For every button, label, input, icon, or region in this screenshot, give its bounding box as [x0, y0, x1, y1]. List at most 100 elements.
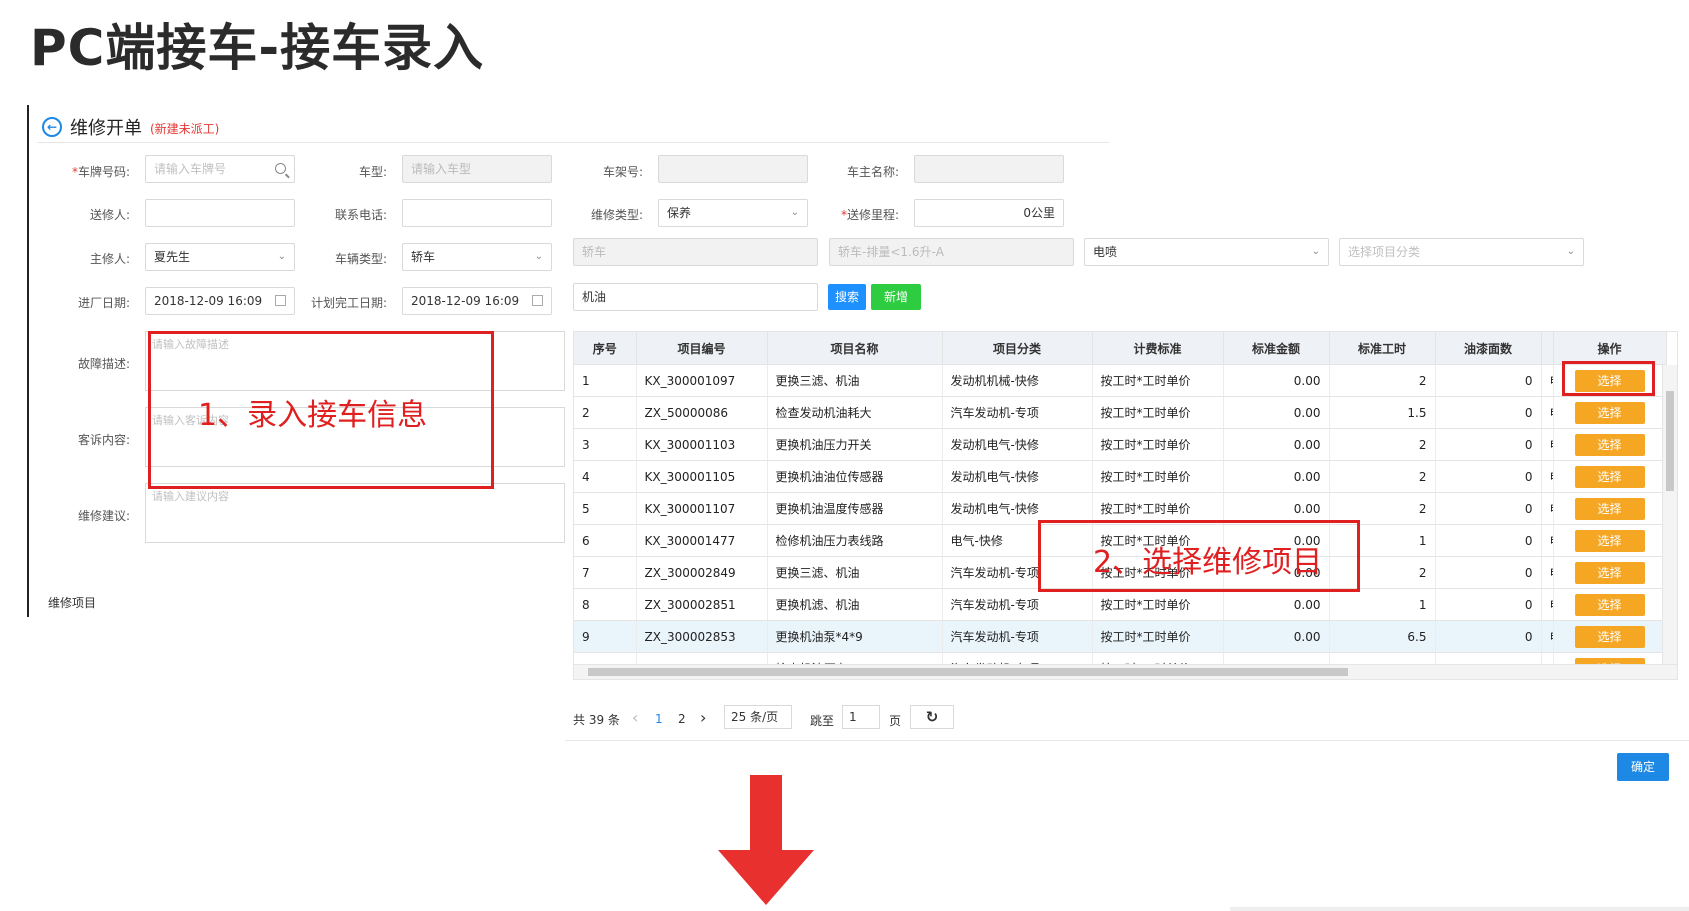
table-cell: 1.5	[1329, 396, 1436, 429]
sender-input[interactable]	[145, 199, 295, 227]
select-button[interactable]: 选择	[1574, 497, 1645, 520]
main-repairer-select[interactable]: 夏先生 ⌄	[145, 243, 295, 271]
confirm-button[interactable]: 确定	[1617, 753, 1669, 781]
table-cell: 按工时*工时单价	[1092, 588, 1224, 621]
table-cell: ZX_300002853	[636, 620, 768, 653]
table-cell: ZX_300002851	[636, 588, 768, 621]
table-cell: 1	[574, 364, 637, 397]
section-title-items: 维修项目	[48, 596, 97, 610]
table-row[interactable]: 4 KX_300001105 更换机油油位传感器 发动机电气-快修 按工时*工时单价 0.…	[574, 460, 1667, 493]
car-model-input[interactable]: 请输入车型	[402, 155, 552, 183]
advice-textarea[interactable]: 请输入建议内容	[145, 483, 565, 543]
table-cell: KX_300001107	[636, 492, 768, 525]
pagination-prev[interactable]: ‹	[632, 708, 638, 727]
entry-date-input[interactable]: 2018-12-09 16:09	[145, 287, 295, 315]
plan-date-input[interactable]: 2018-12-09 16:09	[402, 287, 552, 315]
select-button[interactable]: 选择	[1574, 593, 1645, 616]
repair-type-select[interactable]: 保养 ⌄	[658, 199, 808, 227]
phone-label: 联系电话:	[334, 208, 387, 222]
status-badge: (新建未派工)	[150, 122, 220, 136]
category-filter[interactable]: 电喷 ⌄	[1084, 238, 1329, 266]
table-row[interactable]: 1 KX_300001097 更换三滤、机油 发动机机械-快修 按工时*工时单价 0.00…	[574, 364, 1667, 397]
annotation-step1: 1、录入接车信息	[198, 398, 428, 433]
table-cell: 更换机油泵*4*9	[767, 620, 943, 653]
table-row[interactable]: 8 ZX_300002851 更换机滤、机油 汽车发动机-专项 按工时*工时单价 0.00…	[574, 588, 1667, 621]
table-cell: 0	[1435, 588, 1542, 621]
select-button[interactable]: 选择	[1574, 433, 1645, 456]
column-header[interactable]: 序号	[574, 332, 637, 365]
calendar-icon[interactable]	[532, 295, 543, 306]
table-cell: ZX_300002849	[636, 556, 768, 589]
select-button[interactable]: 选择	[1574, 625, 1645, 648]
table-cell: 发动机电气-快修	[942, 460, 1093, 493]
table-cell: 4	[574, 460, 637, 493]
table-cell: 选择	[1553, 588, 1667, 621]
table-cell: 电	[1541, 620, 1554, 653]
chevron-down-icon: ⌄	[790, 207, 799, 218]
table-cell: 0.00	[1223, 620, 1330, 653]
chevron-down-icon: ⌄	[1566, 246, 1575, 257]
table-cell: 选择	[1553, 556, 1667, 589]
frame-no-input[interactable]	[658, 155, 808, 183]
select-button[interactable]: 选择	[1574, 561, 1645, 584]
vertical-scrollbar[interactable]	[1662, 365, 1677, 665]
select-button[interactable]: 选择	[1574, 529, 1645, 552]
table-cell: KX_300001477	[636, 524, 768, 557]
down-arrow-head	[718, 850, 814, 905]
column-header	[1541, 332, 1554, 365]
column-header[interactable]: 计费标准	[1092, 332, 1224, 365]
table-row[interactable]: 3 KX_300001103 更换机油压力开关 发动机电气-快修 按工时*工时单价 0.0…	[574, 428, 1667, 461]
project-category-select[interactable]: 选择项目分类 ⌄	[1339, 238, 1584, 266]
table-cell: 选择	[1553, 524, 1667, 557]
chevron-down-icon: ⌄	[1311, 246, 1320, 257]
vertical-scroll-thumb[interactable]	[1666, 391, 1674, 491]
search-button[interactable]: 搜索	[828, 284, 866, 310]
table-cell: 0.00	[1223, 396, 1330, 429]
page-title: 维修开单	[70, 118, 142, 139]
car-class-filter[interactable]: 轿车	[573, 238, 818, 266]
column-header[interactable]: 标准工时	[1329, 332, 1436, 365]
table-row[interactable]: 9 ZX_300002853 更换机油泵*4*9 汽车发动机-专项 按工时*工时单价 0.…	[574, 620, 1667, 653]
add-button[interactable]: 新增	[871, 284, 921, 310]
table-cell: 电	[1541, 460, 1554, 493]
displacement-filter[interactable]: 轿车-排量<1.6升-A	[829, 238, 1074, 266]
horizontal-scrollbar[interactable]	[574, 664, 1677, 679]
table-cell: 2	[1329, 460, 1436, 493]
back-icon[interactable]: ←	[42, 117, 62, 137]
table-cell: KX_300001097	[636, 364, 768, 397]
table-cell: 按工时*工时单价	[1092, 364, 1224, 397]
table-cell: 更换机油油位传感器	[767, 460, 943, 493]
owner-name-input[interactable]	[914, 155, 1064, 183]
horizontal-scroll-thumb[interactable]	[588, 668, 1348, 676]
column-header[interactable]: 油漆面数	[1435, 332, 1542, 365]
select-button[interactable]: 选择	[1574, 465, 1645, 488]
advice-label: 维修建议:	[77, 509, 130, 523]
jump-input[interactable]: 1	[842, 705, 880, 729]
phone-input[interactable]	[402, 199, 552, 227]
calendar-icon[interactable]	[275, 295, 286, 306]
column-header[interactable]: 项目分类	[942, 332, 1093, 365]
keyword-input[interactable]: 机油	[573, 283, 818, 311]
table-row[interactable]: 2 ZX_50000086 检查发动机油耗大 汽车发动机-专项 按工时*工时单价 0.00…	[574, 396, 1667, 429]
pagination-page-2[interactable]: 2	[678, 712, 686, 726]
table-cell: 按工时*工时单价	[1092, 396, 1224, 429]
column-header[interactable]: 标准金额	[1223, 332, 1330, 365]
page-size-select[interactable]: 25 条/页	[724, 705, 792, 729]
vehicle-type-select[interactable]: 轿车 ⌄	[402, 243, 552, 271]
refresh-icon[interactable]: ↻	[910, 705, 954, 729]
pagination-next[interactable]: ›	[700, 708, 706, 727]
table-cell: 2	[574, 396, 637, 429]
table-cell: 6	[574, 524, 637, 557]
select-button[interactable]: 选择	[1574, 401, 1645, 424]
table-cell: 0	[1435, 460, 1542, 493]
mileage-input[interactable]: 0公里	[914, 199, 1064, 227]
table-cell: 2	[1329, 428, 1436, 461]
main-repairer-label: 主修人:	[89, 252, 130, 266]
search-icon[interactable]	[275, 163, 286, 174]
column-header[interactable]: 项目名称	[767, 332, 943, 365]
plate-input[interactable]: 请输入车牌号	[145, 155, 295, 183]
table-cell: 电	[1541, 492, 1554, 525]
column-header[interactable]: 项目编号	[636, 332, 768, 365]
pagination-page-1[interactable]: 1	[655, 712, 663, 726]
table-cell: 汽车发动机-专项	[942, 588, 1093, 621]
